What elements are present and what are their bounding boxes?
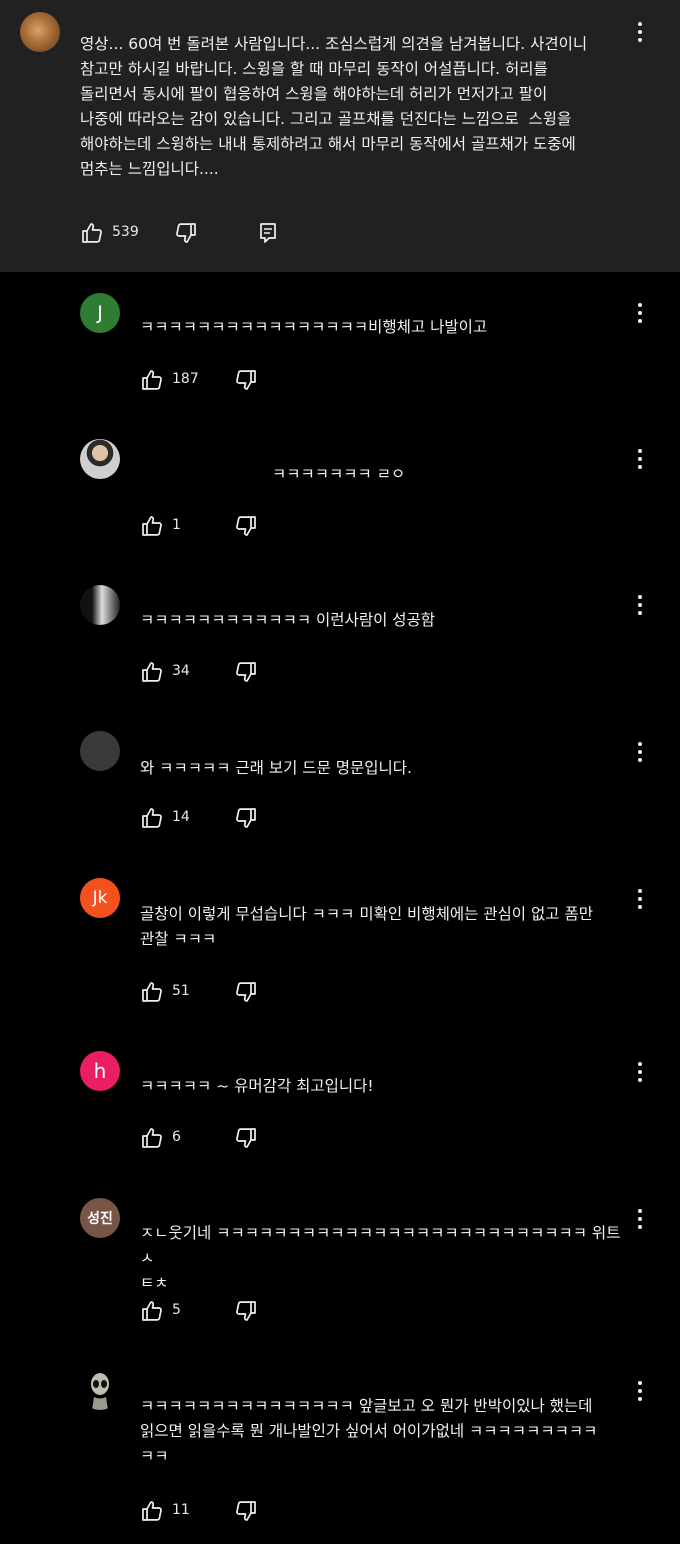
thumbs-up-icon[interactable] [140,368,164,392]
thumbs-down-icon[interactable] [174,221,198,245]
thumbs-up-icon[interactable] [140,1299,164,1323]
like-count: 11 [172,1502,190,1518]
more-vertical-icon[interactable] [630,301,650,325]
thumbs-up-icon[interactable] [140,980,164,1004]
reply-text: ㅋㅋㅋㅋㅋㅋㅋ ㄹㅇ [272,465,406,483]
thumbs-up-icon[interactable] [80,221,104,245]
like-count: 14 [172,809,190,825]
like-count: 5 [172,1302,181,1318]
thumbs-down-icon[interactable] [234,368,258,392]
thumbs-down-icon[interactable] [234,1499,258,1523]
more-vertical-icon[interactable] [630,20,650,44]
more-vertical-icon[interactable] [630,1060,650,1084]
reply-avatar[interactable] [80,439,120,479]
reply-avatar[interactable]: 성진 [80,1198,120,1238]
more-vertical-icon[interactable] [630,1207,650,1231]
more-vertical-icon[interactable] [630,447,650,471]
alien-avatar-image [91,1373,109,1410]
like-count: 51 [172,983,190,999]
reply-text: ㅋㅋㅋㅋㅋ ~ 유머감각 최고입니다! [140,1077,374,1095]
thumbs-down-icon[interactable] [234,980,258,1004]
reply-text: 골창이 이렇게 무섭습니다 ㅋㅋㅋ 미확인 비행체에는 관심이 없고 폼만 관찰… [140,905,593,948]
reply-avatar[interactable] [80,585,120,625]
reply-text: ㅋㅋㅋㅋㅋㅋㅋㅋㅋㅋㅋㅋㅋㅋㅋㅋ비행체고 나발이고 [140,318,488,336]
like-count: 1 [172,517,181,533]
like-count: 34 [172,663,190,679]
thumbs-down-icon[interactable] [234,1299,258,1323]
reply-text: ㅋㅋㅋㅋㅋㅋㅋㅋㅋㅋㅋㅋ 이런사람이 성공함 [140,611,436,629]
thumbs-down-icon[interactable] [234,806,258,830]
thumbs-up-icon[interactable] [140,1126,164,1150]
thumbs-down-icon[interactable] [234,1126,258,1150]
thumbs-up-icon[interactable] [140,514,164,538]
reply-comment-icon[interactable] [258,222,278,244]
reply-avatar[interactable] [80,1370,120,1410]
thumbs-down-icon[interactable] [234,660,258,684]
thumbs-up-icon[interactable] [140,1499,164,1523]
like-count: 539 [112,224,139,240]
like-count: 187 [172,371,199,387]
comment-text: 영상... 60여 번 돌려본 사람입니다... 조심스럽게 의견을 남겨봅니다… [80,35,588,178]
reply-text: ㅋㅋㅋㅋㅋㅋㅋㅋㅋㅋㅋㅋㅋㅋㅋ 앞글보고 오 뭔가 반박이있나 했는데 읽으면 … [140,1397,598,1465]
reply-avatar[interactable]: J [80,293,120,333]
reply-text: ㅈㄴ웃기네 ㅋㅋㅋㅋㅋㅋㅋㅋㅋㅋㅋㅋㅋㅋㅋㅋㅋㅋㅋㅋㅋㅋㅋㅋㅋㅋ 위트 ㅅ ㅌㅊ [140,1224,621,1292]
reply-avatar[interactable]: h [80,1051,120,1091]
reply-avatar[interactable] [80,731,120,771]
thumbs-up-icon[interactable] [140,660,164,684]
more-vertical-icon[interactable] [630,1379,650,1403]
more-vertical-icon[interactable] [630,593,650,617]
reply-avatar[interactable]: Jk [80,878,120,918]
commenter-avatar[interactable] [20,12,60,52]
more-vertical-icon[interactable] [630,887,650,911]
reply-text: 와 ㅋㅋㅋㅋㅋ 근래 보기 드문 명문입니다. [140,759,412,777]
thumbs-down-icon[interactable] [234,514,258,538]
thumbs-up-icon[interactable] [140,806,164,830]
more-vertical-icon[interactable] [630,740,650,764]
like-count: 6 [172,1129,181,1145]
